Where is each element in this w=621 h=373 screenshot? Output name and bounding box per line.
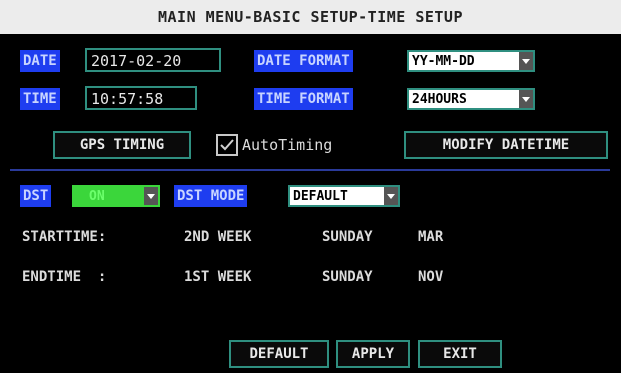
autotiming-checkbox[interactable] (216, 134, 238, 156)
autotiming-label: AutoTiming (242, 136, 333, 154)
endtime-label: ENDTIME : (22, 269, 107, 285)
chevron-down-icon (384, 187, 398, 205)
chevron-down-icon (519, 90, 533, 108)
starttime-label: STARTTIME: (22, 229, 107, 245)
starttime-month[interactable]: MAR (418, 229, 443, 245)
dst-label: DST (20, 185, 52, 207)
exit-button[interactable]: EXIT (418, 340, 502, 368)
chevron-down-icon (519, 52, 533, 70)
date-label: DATE (20, 50, 60, 72)
starttime-week[interactable]: 2ND WEEK (184, 229, 251, 245)
check-icon (220, 139, 234, 151)
section-divider (10, 169, 610, 171)
date-format-value: YY-MM-DD (412, 54, 475, 69)
modify-datetime-button[interactable]: MODIFY DATETIME (404, 131, 608, 159)
apply-button[interactable]: APPLY (336, 340, 410, 368)
default-button[interactable]: DEFAULT (229, 340, 329, 368)
time-format-select[interactable]: 24HOURS (407, 88, 535, 110)
time-setup-screen: MAIN MENU-BASIC SETUP-TIME SETUP DATE 20… (0, 0, 621, 373)
date-format-label: DATE FORMAT (254, 50, 353, 72)
dst-mode-select[interactable]: DEFAULT (288, 185, 400, 207)
time-format-value: 24HOURS (412, 92, 467, 107)
dst-mode-value: DEFAULT (293, 189, 348, 204)
endtime-week[interactable]: 1ST WEEK (184, 269, 251, 285)
endtime-month[interactable]: NOV (418, 269, 443, 285)
page-title: MAIN MENU-BASIC SETUP-TIME SETUP (0, 0, 621, 34)
gps-timing-button[interactable]: GPS TIMING (53, 131, 191, 159)
time-format-label: TIME FORMAT (254, 88, 353, 110)
dst-select[interactable]: ON (72, 185, 160, 207)
dst-value: ON (89, 189, 105, 204)
starttime-day[interactable]: SUNDAY (322, 229, 373, 245)
date-format-select[interactable]: YY-MM-DD (407, 50, 535, 72)
time-field[interactable]: 10:57:58 (85, 86, 197, 110)
endtime-day[interactable]: SUNDAY (322, 269, 373, 285)
time-label: TIME (20, 88, 60, 110)
chevron-down-icon (144, 187, 158, 205)
date-field[interactable]: 2017-02-20 (85, 48, 221, 72)
dst-mode-label: DST MODE (174, 185, 248, 207)
